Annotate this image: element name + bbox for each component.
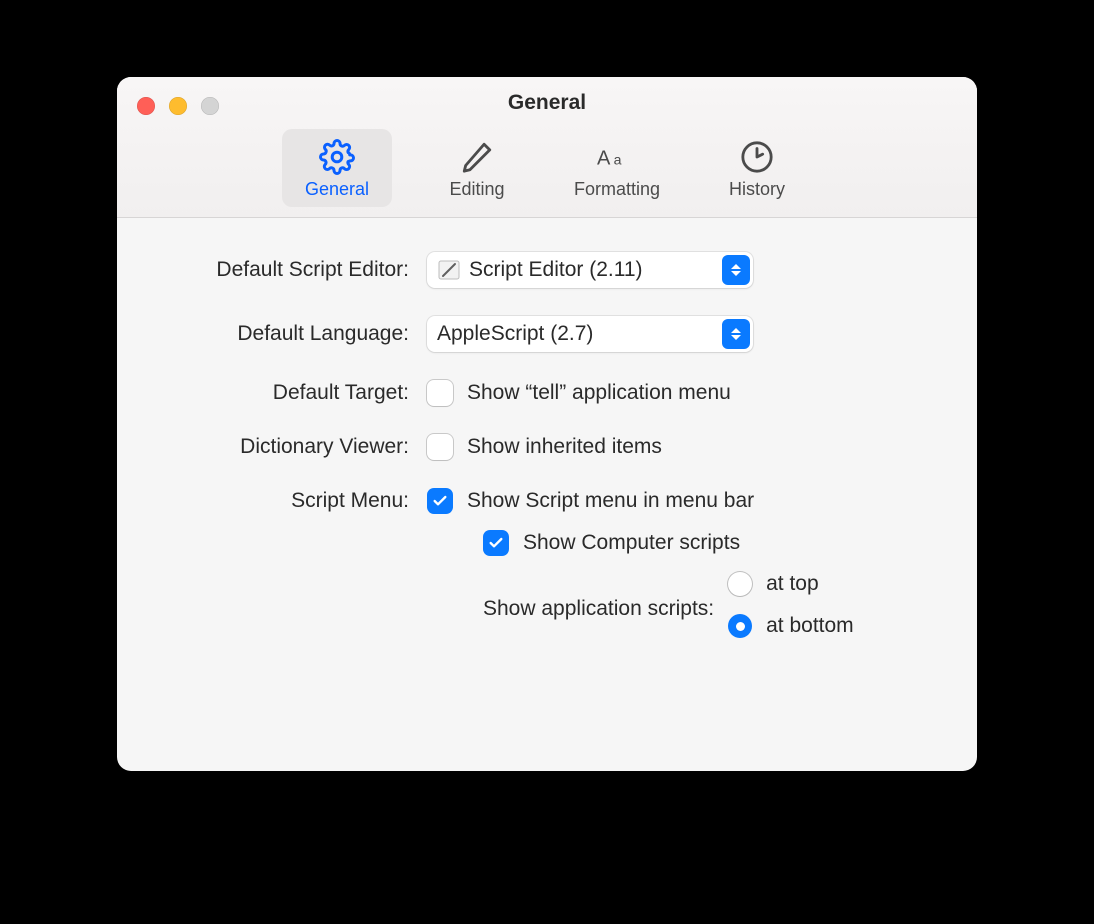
show-tell-menu-checkbox[interactable] <box>427 380 453 406</box>
show-computer-scripts-checkbox[interactable] <box>483 530 509 556</box>
dictionary-viewer-label: Dictionary Viewer: <box>157 435 427 459</box>
tab-formatting-label: Formatting <box>574 179 660 200</box>
tab-history-label: History <box>729 179 785 200</box>
show-inherited-items-checkbox[interactable] <box>427 434 453 460</box>
titlebar: General General Editing Aa Formatting <box>117 77 977 218</box>
traffic-lights <box>137 97 219 115</box>
show-tell-menu-label: Show “tell” application menu <box>467 381 731 405</box>
preferences-window: General General Editing Aa Formatting <box>117 77 977 771</box>
zoom-button[interactable] <box>201 97 219 115</box>
default-language-value: AppleScript (2.7) <box>437 322 593 346</box>
content-area: Default Script Editor: Script Editor (2.… <box>117 218 977 771</box>
default-language-popup[interactable]: AppleScript (2.7) <box>427 316 753 352</box>
text-format-icon: Aa <box>597 137 637 177</box>
default-target-label: Default Target: <box>157 381 427 405</box>
radio-at-bottom[interactable] <box>728 614 752 638</box>
tab-general-label: General <box>305 179 369 200</box>
window-title: General <box>117 91 977 125</box>
gear-icon <box>317 137 357 177</box>
default-script-editor-popup[interactable]: Script Editor (2.11) <box>427 252 753 288</box>
default-script-editor-label: Default Script Editor: <box>157 258 427 282</box>
default-script-editor-value: Script Editor (2.11) <box>469 258 643 282</box>
show-inherited-items-label: Show inherited items <box>467 435 662 459</box>
close-button[interactable] <box>137 97 155 115</box>
show-application-scripts-label: Show application scripts: <box>483 597 714 621</box>
radio-at-top-label: at top <box>766 572 819 596</box>
tab-formatting[interactable]: Aa Formatting <box>562 129 672 207</box>
radio-at-top[interactable] <box>728 572 752 596</box>
tab-history[interactable]: History <box>702 129 812 207</box>
show-script-menu-checkbox[interactable] <box>427 488 453 514</box>
svg-text:a: a <box>614 152 622 168</box>
script-menu-label: Script Menu: <box>157 489 427 513</box>
svg-text:A: A <box>597 147 611 169</box>
tab-general[interactable]: General <box>282 129 392 207</box>
show-computer-scripts-label: Show Computer scripts <box>523 531 740 555</box>
tab-editing-label: Editing <box>449 179 504 200</box>
script-editor-app-icon <box>437 258 461 282</box>
pencil-icon <box>457 137 497 177</box>
toolbar: General Editing Aa Formatting History <box>117 125 977 217</box>
popup-chevrons-icon <box>722 255 750 285</box>
popup-chevrons-icon <box>722 319 750 349</box>
tab-editing[interactable]: Editing <box>422 129 532 207</box>
show-script-menu-label: Show Script menu in menu bar <box>467 489 754 513</box>
default-language-label: Default Language: <box>157 322 427 346</box>
minimize-button[interactable] <box>169 97 187 115</box>
clock-icon <box>737 137 777 177</box>
radio-at-bottom-label: at bottom <box>766 614 854 638</box>
